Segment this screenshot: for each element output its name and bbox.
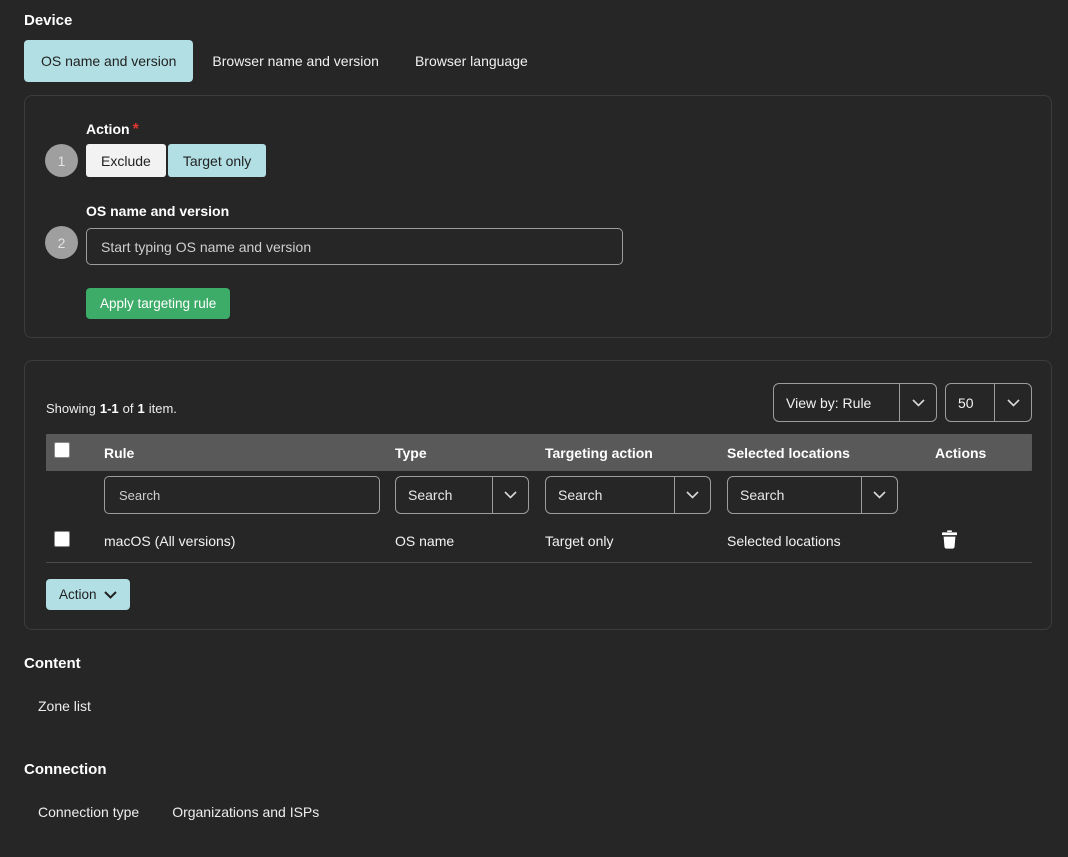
action-label: Action*: [86, 121, 139, 139]
rule-search-input[interactable]: [104, 476, 380, 514]
selected-locations-search-dropdown[interactable]: Search: [727, 476, 898, 514]
chevron-down-icon: [899, 384, 936, 421]
zone-list-link[interactable]: Zone list: [38, 698, 91, 714]
targeting-action-cell: Target only: [545, 533, 727, 549]
column-header-rule: Rule: [104, 445, 395, 461]
connection-links: Connection type Organizations and ISPs: [38, 804, 319, 820]
os-name-version-input[interactable]: [86, 228, 623, 265]
target-only-button[interactable]: Target only: [168, 144, 266, 177]
view-by-value: View by: Rule: [774, 384, 899, 421]
apply-targeting-rule-button[interactable]: Apply targeting rule: [86, 288, 230, 319]
column-header-type: Type: [395, 445, 545, 461]
device-tabs: OS name and version Browser name and ver…: [24, 40, 545, 82]
connection-type-link[interactable]: Connection type: [38, 804, 139, 820]
device-section-title: Device: [24, 12, 72, 29]
os-name-version-label: OS name and version: [86, 203, 229, 219]
column-header-targeting-action: Targeting action: [545, 445, 727, 461]
table-filter-row: Search Search Search: [46, 471, 1032, 519]
table-header-row: Rule Type Targeting action Selected loca…: [46, 434, 1032, 471]
content-section-title: Content: [24, 655, 81, 672]
organizations-isps-link[interactable]: Organizations and ISPs: [172, 804, 319, 820]
tab-os-name-version[interactable]: OS name and version: [24, 40, 193, 82]
column-header-selected-locations: Selected locations: [727, 445, 935, 461]
tab-browser-language[interactable]: Browser language: [398, 40, 545, 82]
required-asterisk: *: [133, 121, 139, 138]
type-search-dropdown[interactable]: Search: [395, 476, 529, 514]
targeting-action-search-dropdown[interactable]: Search: [545, 476, 711, 514]
connection-section-title: Connection: [24, 761, 107, 778]
bulk-action-button[interactable]: Action: [46, 579, 130, 610]
page-size-dropdown[interactable]: 50: [945, 383, 1032, 422]
page-size-value: 50: [946, 384, 994, 421]
selected-locations-cell[interactable]: Selected locations: [727, 533, 935, 549]
select-all-checkbox[interactable]: [54, 442, 70, 458]
trash-icon: [941, 537, 958, 552]
chevron-down-icon: [861, 477, 897, 513]
chevron-down-icon: [492, 477, 528, 513]
type-cell: OS name: [395, 533, 545, 549]
delete-rule-button[interactable]: [939, 528, 960, 554]
row-checkbox[interactable]: [54, 531, 70, 547]
chevron-down-icon: [994, 384, 1031, 421]
rule-cell: macOS (All versions): [104, 533, 395, 549]
table-summary: Showing 1-1 of 1 item.: [46, 401, 177, 416]
column-header-actions: Actions: [935, 445, 1032, 461]
rules-table: Rule Type Targeting action Selected loca…: [46, 434, 1032, 563]
step-2-badge: 2: [45, 226, 78, 259]
exclude-button[interactable]: Exclude: [86, 144, 166, 177]
content-links: Zone list: [38, 698, 91, 714]
table-row: macOS (All versions) OS name Target only…: [46, 519, 1032, 563]
chevron-down-icon: [104, 587, 117, 602]
step-1-badge: 1: [45, 144, 78, 177]
rules-table-panel: Showing 1-1 of 1 item. View by: Rule 50 …: [24, 360, 1052, 630]
tab-browser-name-version[interactable]: Browser name and version: [195, 40, 396, 82]
targeting-rule-form-panel: Action* 1 Exclude Target only OS name an…: [24, 95, 1052, 338]
action-toggle-group: Exclude Target only: [86, 144, 266, 177]
chevron-down-icon: [674, 477, 710, 513]
view-by-dropdown[interactable]: View by: Rule: [773, 383, 937, 422]
